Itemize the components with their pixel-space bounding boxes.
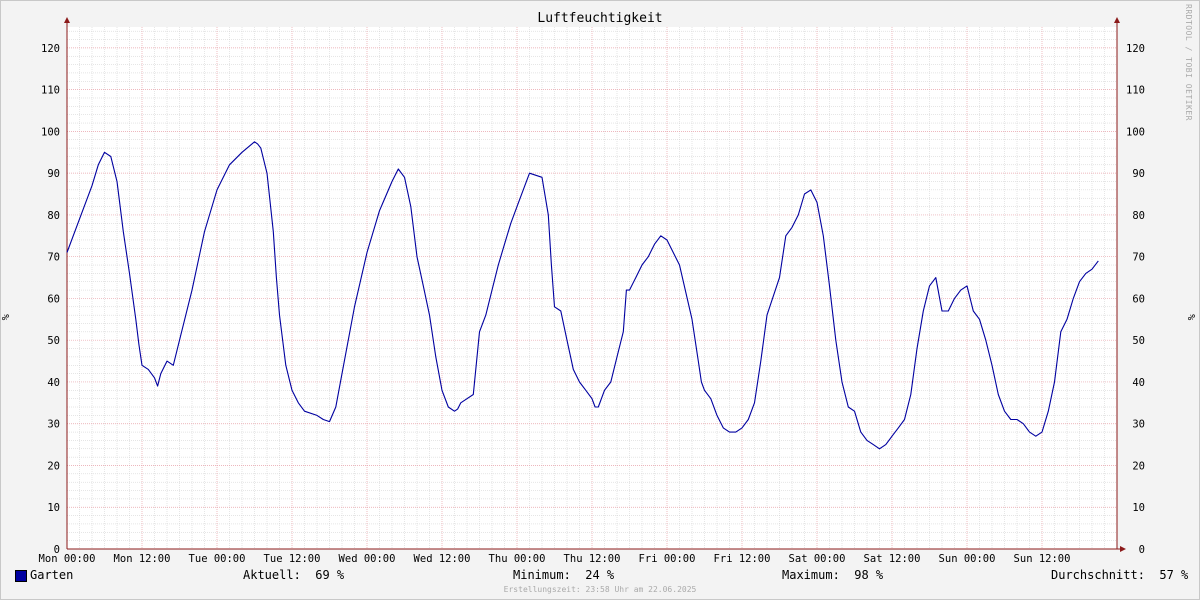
chart-canvas: 0 010 1020 2030 3040 4050 5060 6070 7080 8090 9010… — [1, 17, 1198, 565]
y-tick-label-left: 40 — [47, 377, 60, 389]
x-tick-label: Sun 00:00 — [939, 553, 996, 565]
x-tick-label: Tue 00:00 — [189, 553, 246, 565]
y-tick-label-left: 100 — [41, 126, 60, 138]
y-axis-unit-right: % — [1187, 314, 1198, 320]
y-tick-label-left: 110 — [41, 85, 60, 97]
y-tick-label-right: 90 — [1132, 168, 1145, 180]
y-axis-unit-left: % — [1, 314, 12, 320]
y-axis-arrow-right — [1114, 17, 1120, 23]
y-tick-label-right: 10 — [1132, 502, 1145, 514]
x-tick-label: Mon 12:00 — [114, 553, 171, 565]
y-tick-label-right: 0 — [1139, 544, 1145, 556]
y-tick-label-right: 120 — [1126, 43, 1145, 55]
y-tick-label-right: 60 — [1132, 293, 1145, 305]
y-tick-label-right: 110 — [1126, 85, 1145, 97]
y-tick-label-left: 80 — [47, 210, 60, 222]
x-tick-label: Thu 00:00 — [489, 553, 546, 565]
y-tick-label-right: 80 — [1132, 210, 1145, 222]
y-tick-label-left: 50 — [47, 335, 60, 347]
y-axis-arrow-left — [64, 17, 70, 23]
x-axis-arrow — [1120, 546, 1126, 552]
x-tick-label: Thu 12:00 — [564, 553, 621, 565]
y-tick-label-left: 10 — [47, 502, 60, 514]
x-tick-label: Sat 00:00 — [789, 553, 846, 565]
y-tick-label-right: 40 — [1132, 377, 1145, 389]
stat-average: Durchschnitt: 57 % — [1051, 568, 1189, 582]
y-tick-label-left: 20 — [47, 460, 60, 472]
y-tick-label-left: 70 — [47, 252, 60, 264]
y-tick-label-right: 50 — [1132, 335, 1145, 347]
y-tick-label-right: 30 — [1132, 419, 1145, 431]
y-tick-label-left: 120 — [41, 43, 60, 55]
y-tick-label-left: 60 — [47, 293, 60, 305]
x-tick-label: Mon 00:00 — [39, 553, 96, 565]
y-tick-label-left: 90 — [47, 168, 60, 180]
grid — [67, 27, 1117, 549]
stat-current: Aktuell: 69 % — [243, 568, 345, 582]
x-tick-label: Fri 12:00 — [714, 553, 771, 565]
x-tick-label: Wed 12:00 — [414, 553, 471, 565]
stat-minimum: Minimum: 24 % — [513, 568, 615, 582]
x-tick-label: Fri 00:00 — [639, 553, 696, 565]
legend-label-garten: Garten — [30, 568, 74, 582]
creation-time: Erstellungszeit: 23:58 Uhr am 22.06.2025 — [503, 585, 697, 594]
y-tick-label-right: 100 — [1126, 126, 1145, 138]
y-tick-label-right: 70 — [1132, 252, 1145, 264]
x-tick-label: Sat 12:00 — [864, 553, 921, 565]
legend-swatch-garten — [15, 570, 27, 582]
x-tick-label: Tue 12:00 — [264, 553, 321, 565]
y-tick-label-right: 20 — [1132, 460, 1145, 472]
x-tick-label: Wed 00:00 — [339, 553, 396, 565]
x-tick-label: Sun 12:00 — [1014, 553, 1071, 565]
stat-maximum: Maximum: 98 % — [782, 568, 884, 582]
y-tick-label-left: 30 — [47, 419, 60, 431]
